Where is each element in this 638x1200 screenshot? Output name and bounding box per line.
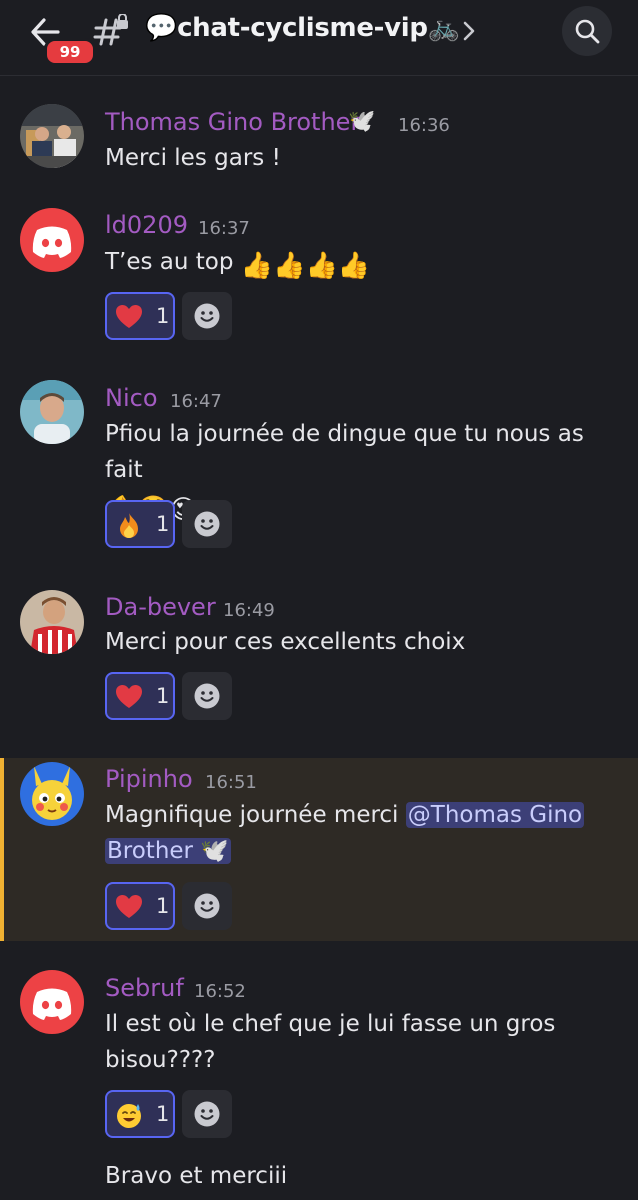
reaction-sweat-smile[interactable]: 1	[105, 1090, 175, 1138]
avatar[interactable]	[20, 380, 84, 444]
avatar[interactable]	[20, 762, 84, 826]
discord-avatar[interactable]	[20, 208, 84, 272]
timestamp: 16:52	[194, 981, 246, 1002]
channel-hash-lock-icon	[92, 13, 132, 50]
reaction-count: 1	[156, 684, 170, 708]
discord-avatar[interactable]	[20, 970, 84, 1034]
message-text-followup: Bravo et merciii	[105, 1163, 288, 1189]
author-name[interactable]: Nico	[105, 384, 158, 412]
channel-header: 99 💬chat-cyclisme-vip🚲	[0, 0, 638, 76]
message-text: Merci pour ces excellents choix	[105, 629, 466, 655]
avatar[interactable]	[20, 104, 84, 168]
timestamp: 16:51	[205, 772, 257, 793]
heart-icon	[116, 305, 142, 328]
reaction-fire[interactable]: 1	[105, 500, 175, 548]
timestamp: 16:47	[170, 391, 222, 412]
smiley-icon	[194, 683, 220, 709]
add-reaction-button[interactable]	[182, 500, 232, 548]
unread-badge: 99	[44, 38, 96, 66]
timestamp: 16:37	[198, 218, 250, 239]
reaction-count: 1	[156, 512, 170, 536]
discord-logo-icon	[32, 226, 72, 258]
thumbs-up-emojis: 👍👍👍👍	[240, 251, 371, 281]
author-name[interactable]: Da-bever	[105, 593, 216, 621]
chevron-right-icon[interactable]	[460, 20, 478, 42]
author-name[interactable]: ld0209	[105, 211, 188, 239]
mention-highlight-bar	[0, 758, 4, 941]
smiley-icon	[194, 1101, 220, 1127]
discord-logo-icon	[32, 988, 72, 1020]
message-text: Merci les gars !	[105, 145, 281, 171]
smiley-icon	[194, 893, 220, 919]
reaction-count: 1	[156, 304, 170, 328]
add-reaction-button[interactable]	[182, 1090, 232, 1138]
reaction-heart[interactable]: 1	[105, 672, 175, 720]
reaction-heart[interactable]: 1	[105, 882, 175, 930]
reaction-count: 1	[156, 1102, 170, 1126]
reaction-count: 1	[156, 894, 170, 918]
search-button[interactable]	[562, 6, 612, 56]
sweat-smile-icon	[117, 1104, 141, 1128]
user-mention-continued[interactable]: Brother 🕊️	[105, 838, 231, 864]
author-emoji: 🕊️	[348, 109, 376, 134]
fire-icon	[120, 513, 138, 538]
add-reaction-button[interactable]	[182, 292, 232, 340]
message-text: T’es au top 👍👍👍👍	[105, 244, 585, 284]
add-reaction-button[interactable]	[182, 672, 232, 720]
heart-icon	[116, 685, 142, 708]
timestamp: 16:36	[398, 115, 450, 136]
reaction-heart[interactable]: 1	[105, 292, 175, 340]
message-text: Magnifique journée merci @Thomas Gino Br…	[105, 802, 585, 864]
smiley-icon	[194, 511, 220, 537]
user-mention[interactable]: @Thomas Gino	[405, 802, 585, 828]
author-name[interactable]: Sebruf	[105, 974, 184, 1002]
add-reaction-button[interactable]	[182, 882, 232, 930]
author-name[interactable]: Thomas Gino Brother	[105, 108, 360, 136]
author-name[interactable]: Pipinho	[105, 765, 193, 793]
message-text: Il est où le chef que je lui fasse un gr…	[105, 1011, 556, 1073]
timestamp: 16:49	[223, 600, 275, 621]
heart-icon	[116, 895, 142, 918]
search-icon	[575, 19, 600, 44]
channel-title[interactable]: 💬chat-cyclisme-vip🚲	[145, 13, 460, 43]
avatar[interactable]	[20, 590, 84, 654]
smiley-icon	[194, 303, 220, 329]
